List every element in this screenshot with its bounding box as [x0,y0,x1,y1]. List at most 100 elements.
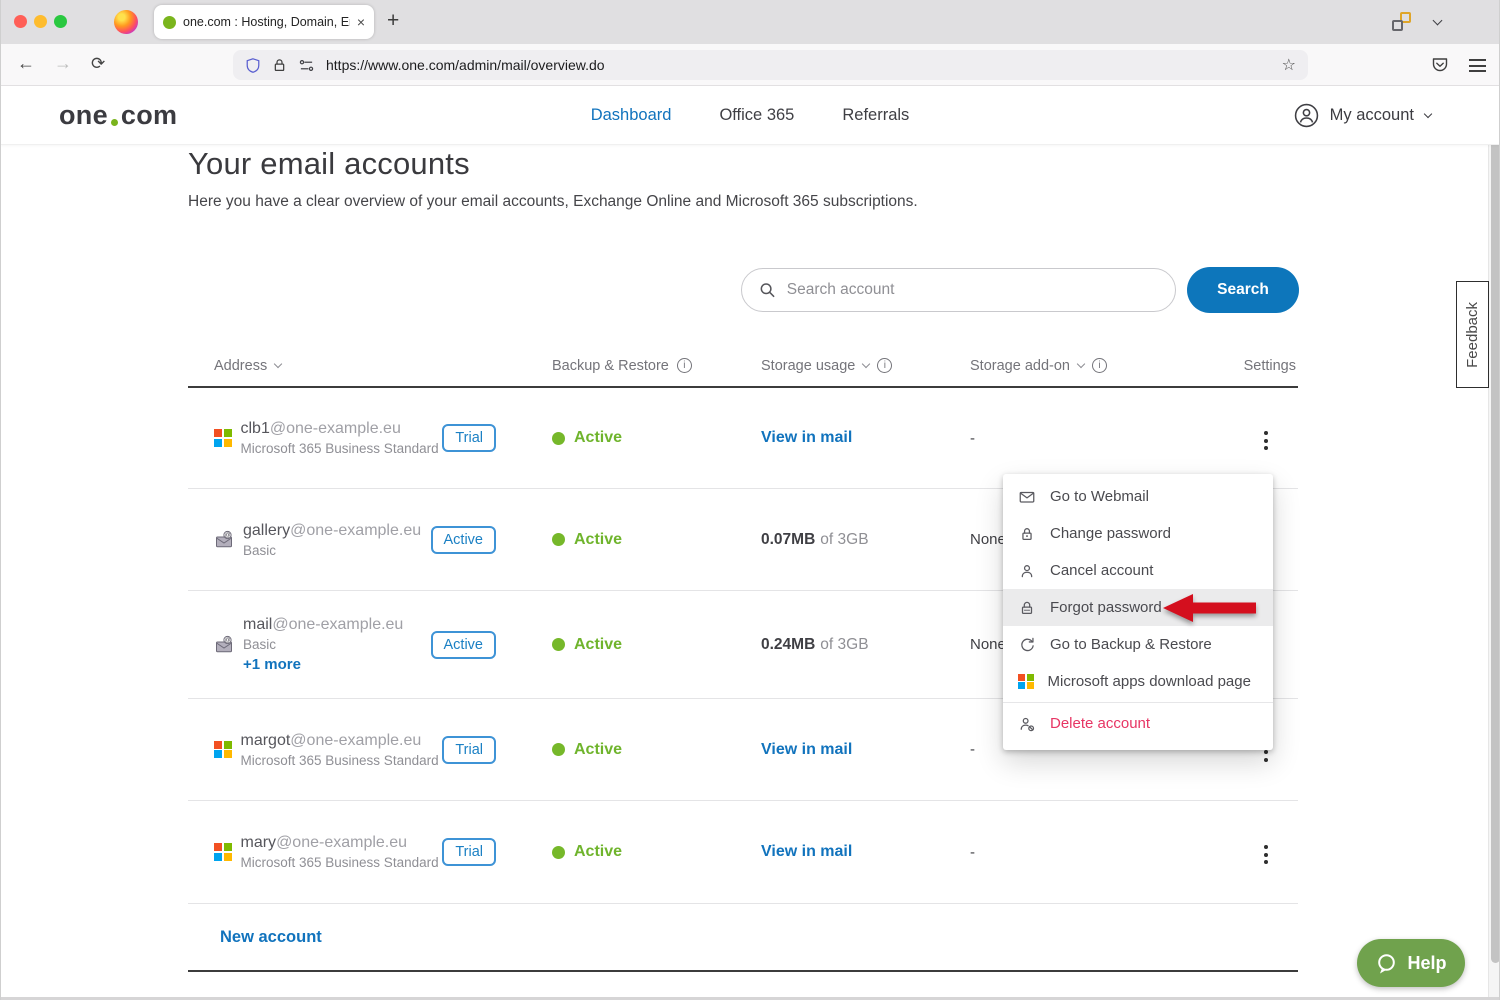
account-settings-menu: Go to Webmail Change password Cancel acc… [1003,474,1273,750]
nav-referrals[interactable]: Referrals [842,106,909,125]
menu-item-backup-restore[interactable]: Go to Backup & Restore [1003,626,1273,663]
info-icon[interactable]: i [877,358,892,373]
menu-item-microsoft-apps[interactable]: Microsoft apps download page [1003,663,1273,700]
site-header: one com Dashboard Office 365 Referrals M… [1,86,1499,145]
nav-office-365[interactable]: Office 365 [719,106,794,125]
window-zoom-button[interactable] [54,15,67,28]
plan-label: Microsoft 365 Business Standard [241,855,439,870]
bookmark-star-icon[interactable]: ☆ [1282,55,1296,75]
plan-label: Basic [243,637,403,652]
restore-icon [1018,636,1036,654]
reload-button[interactable]: ⟳ [91,54,105,74]
search-input[interactable] [787,281,1158,299]
tab-close-icon[interactable]: × [357,15,365,29]
window-restore-icon[interactable] [1392,12,1411,31]
view-in-mail-link[interactable]: View in mail [761,843,852,860]
page-subtitle: Here you have a clear overview of your e… [188,193,918,211]
window-close-button[interactable] [14,15,27,28]
email-address: mary@one-example.eu [241,834,439,852]
active-dot-icon [552,533,565,546]
microsoft-icon [214,741,232,759]
url-bar[interactable]: https://www.one.com/admin/mail/overview.… [233,50,1308,80]
table-row: mary@one-example.eu Microsoft 365 Busine… [188,801,1298,904]
pocket-icon[interactable] [1431,56,1449,74]
lock-icon[interactable] [272,57,287,73]
scrollbar[interactable] [1488,86,1500,997]
view-in-mail-link[interactable]: View in mail [761,429,852,446]
plan-label: Microsoft 365 Business Standard [241,753,439,768]
my-account-label: My account [1330,106,1414,125]
permissions-icon[interactable] [298,58,315,73]
active-dot-icon [552,846,565,859]
status-badge: Trial [442,736,496,764]
column-storage-usage[interactable]: Storage usage i [761,358,970,374]
svg-text:@: @ [224,638,230,644]
menu-item-forgot-password[interactable]: Forgot password [1003,589,1273,626]
one-com-logo[interactable]: one com [59,100,177,131]
menu-item-delete-account[interactable]: Delete account [1003,705,1273,742]
chevron-down-icon [1424,110,1432,118]
email-address: gallery@one-example.eu [243,522,421,540]
account-avatar-icon [1294,103,1319,128]
tab-list-chevron-icon[interactable] [1433,16,1443,26]
storage-addon-value: - [970,430,1215,447]
microsoft-icon [1018,674,1034,690]
forward-button: → [54,53,72,74]
tracking-shield-icon[interactable] [245,57,261,74]
new-account-link[interactable]: New account [220,928,322,947]
new-tab-button[interactable]: + [387,9,399,33]
status-badge: Trial [442,838,496,866]
search-button[interactable]: Search [1187,267,1299,313]
menu-item-cancel-account[interactable]: Cancel account [1003,552,1273,589]
backup-status: Active [552,636,761,654]
new-account-row: New account [188,905,1298,972]
email-at-icon: @ [214,530,234,550]
password-lock-icon [1018,599,1036,617]
person-icon [1018,562,1036,580]
status-badge: Active [431,631,497,659]
browser-tab[interactable]: one.com : Hosting, Domain, Ema × [154,5,374,39]
feedback-tab[interactable]: Feedback [1456,281,1489,388]
microsoft-icon [214,429,232,447]
active-dot-icon [552,743,565,756]
search-icon [759,281,776,299]
email-address: mail@one-example.eu [243,616,403,634]
more-plans-link[interactable]: +1 more [243,656,403,673]
menu-item-change-password[interactable]: Change password [1003,515,1273,552]
storage-usage-value: 0.24MBof 3GB [761,636,970,654]
storage-addon-value: - [970,844,1215,861]
window-minimize-button[interactable] [34,15,47,28]
app-menu-button[interactable] [1469,59,1486,76]
active-dot-icon [552,432,565,445]
info-icon[interactable]: i [677,358,692,373]
backup-status: Active [552,531,761,549]
scrollbar-thumb[interactable] [1491,88,1500,963]
firefox-icon [114,10,138,34]
logo-dot [111,119,118,126]
back-button[interactable]: ← [17,53,35,74]
kebab-menu-button[interactable] [1260,841,1272,868]
status-badge: Trial [442,424,496,452]
my-account-menu[interactable]: My account [1294,86,1431,145]
svg-text:@: @ [224,533,230,539]
info-icon[interactable]: i [1092,358,1107,373]
sort-chevron-icon [1077,360,1085,368]
kebab-menu-button[interactable] [1260,427,1272,454]
column-settings: Settings [1244,358,1298,374]
view-in-mail-link[interactable]: View in mail [761,741,852,758]
url-text[interactable]: https://www.one.com/admin/mail/overview.… [326,57,1271,73]
column-address[interactable]: Address [188,358,552,374]
nav-dashboard[interactable]: Dashboard [591,106,672,125]
main-navigation: Dashboard Office 365 Referrals [591,86,910,145]
column-storage-add-on[interactable]: Storage add-on i [970,358,1215,374]
chat-bubble-icon [1375,952,1398,975]
email-address: margot@one-example.eu [241,732,439,750]
site-favicon-icon [163,16,176,29]
microsoft-icon [214,843,232,861]
column-backup-restore: Backup & Restore i [552,358,761,374]
browser-toolbar: ← → ⟳ https://www.one.com/admin/mail/ove… [1,44,1499,86]
active-dot-icon [552,638,565,651]
page-title: Your email accounts [188,146,470,182]
menu-item-go-to-webmail[interactable]: Go to Webmail [1003,478,1273,515]
help-button[interactable]: Help [1357,939,1465,987]
